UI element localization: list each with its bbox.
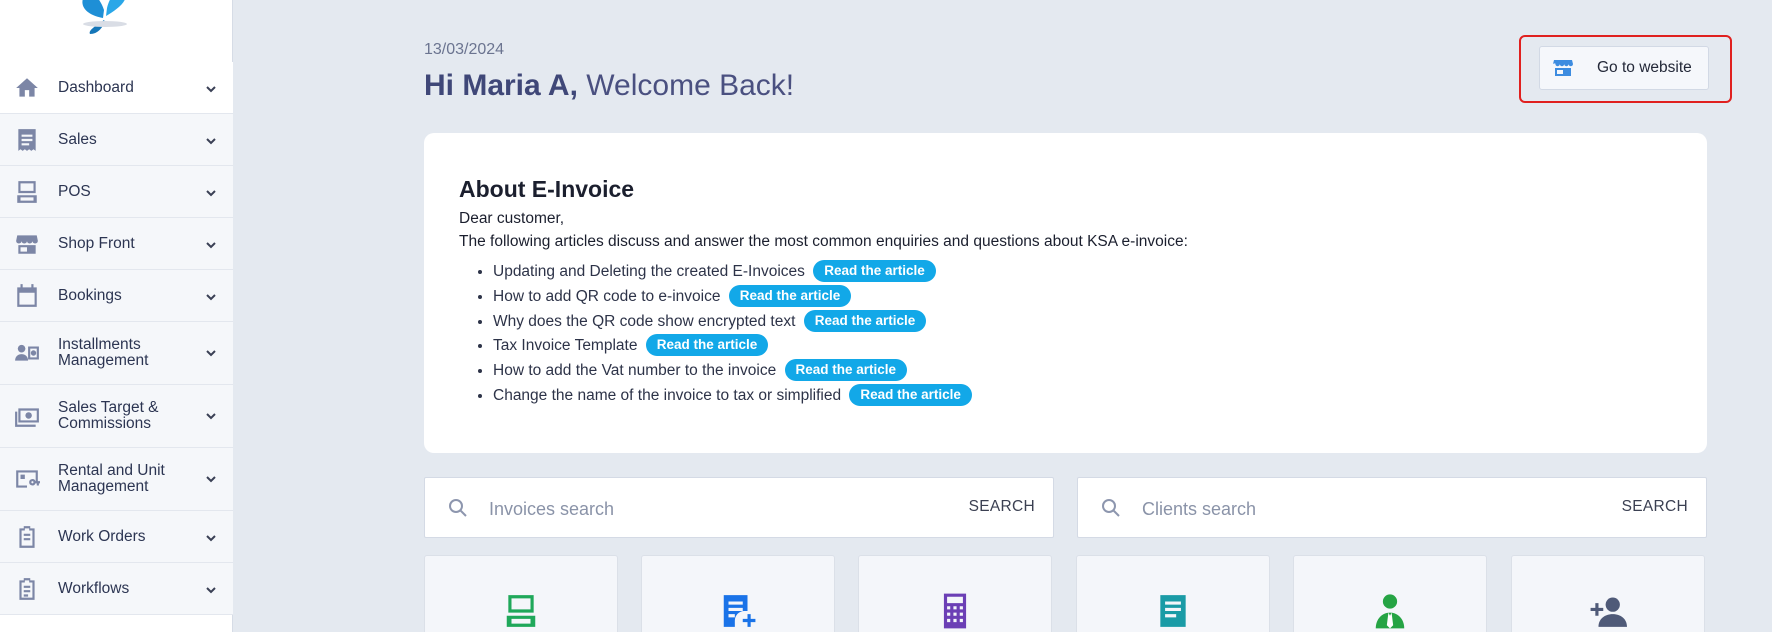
list-item: Change the name of the invoice to tax or… — [493, 383, 972, 409]
new-invoice-tile[interactable] — [641, 555, 835, 632]
document-tile[interactable] — [1076, 555, 1270, 632]
add-user-icon — [1589, 592, 1627, 630]
home-icon — [13, 75, 41, 101]
welcome-text: Welcome Back! — [577, 69, 795, 102]
chevron-down-icon — [205, 531, 217, 543]
store-icon — [1553, 59, 1573, 77]
invoices-search-input[interactable] — [489, 496, 909, 522]
sidebar-item-workflows[interactable]: Workflows — [0, 563, 233, 615]
chevron-down-icon — [205, 290, 217, 302]
store-icon — [13, 231, 41, 257]
calculator-tile[interactable] — [858, 555, 1052, 632]
sidebar-item-shop-front[interactable]: Shop Front — [0, 218, 233, 270]
user-name: Hi Maria A, — [424, 69, 578, 102]
sidebar-item-label: Sales Target & Commissions — [58, 399, 159, 432]
sidebar-item-label: Dashboard — [58, 78, 134, 96]
add-client-tile[interactable] — [1511, 555, 1705, 632]
sidebar-item-label: Work Orders — [58, 527, 146, 545]
document-icon — [1154, 592, 1192, 630]
article-title: How to add the Vat number to the invoice — [493, 362, 777, 380]
clipboard-list-icon — [13, 576, 41, 602]
list-item: Updating and Deleting the created E-Invo… — [493, 260, 972, 285]
sidebar-item-installments[interactable]: Installments Management — [0, 322, 233, 385]
sidebar-item-dashboard[interactable]: Dashboard — [0, 62, 233, 114]
sidebar: Dashboard Sales POS Shop Front Bookings … — [0, 0, 233, 632]
calculator-icon — [936, 592, 974, 630]
clipboard-icon — [13, 524, 41, 550]
pos-terminal-icon — [13, 179, 41, 205]
card-intro-greeting: Dear customer, — [459, 210, 565, 227]
article-title: Why does the QR code show encrypted text — [493, 312, 796, 330]
sidebar-item-rental[interactable]: Rental and Unit Management — [0, 448, 233, 511]
read-article-button[interactable]: Read the article — [803, 309, 927, 332]
clients-search-input[interactable] — [1142, 496, 1562, 522]
receipt-icon — [13, 127, 41, 153]
client-tile[interactable] — [1293, 555, 1487, 632]
sidebar-item-label: Shop Front — [58, 234, 135, 252]
calendar-icon — [13, 283, 41, 309]
chevron-down-icon — [205, 186, 217, 198]
list-item: Why does the QR code show encrypted text… — [493, 309, 972, 335]
sidebar-item-label: Workflows — [58, 579, 130, 597]
current-date: 13/03/2024 — [424, 41, 505, 58]
chevron-down-icon — [205, 473, 217, 485]
sidebar-item-label: Installments Management — [58, 336, 149, 369]
pos-tile[interactable] — [424, 555, 618, 632]
sidebar-item-sales-target[interactable]: Sales Target & Commissions — [0, 385, 233, 448]
clients-search-button[interactable]: SEARCH — [1622, 498, 1688, 516]
client-icon — [1371, 592, 1409, 630]
sidebar-nav: Dashboard Sales POS Shop Front Bookings … — [0, 62, 233, 615]
article-title: How to add QR code to e-invoice — [493, 287, 721, 305]
read-article-button[interactable]: Read the article — [784, 359, 908, 382]
search-icon — [448, 498, 468, 518]
card-title: About E-Invoice — [459, 176, 635, 202]
clients-search-box: SEARCH — [1077, 477, 1707, 538]
butterfly-logo — [70, 0, 140, 36]
chevron-down-icon — [205, 347, 217, 359]
money-icon — [13, 403, 41, 429]
article-title: Tax Invoice Template — [493, 337, 638, 355]
article-list: Updating and Deleting the created E-Invo… — [493, 260, 972, 409]
installments-icon — [13, 340, 41, 366]
read-article-button[interactable]: Read the article — [813, 260, 936, 282]
go-to-website-label: Go to website — [1597, 59, 1692, 76]
sidebar-item-label: Bookings — [58, 286, 122, 304]
sidebar-item-label: POS — [58, 182, 91, 200]
read-article-button[interactable]: Read the article — [645, 334, 769, 357]
list-item: How to add QR code to e-invoice Read the… — [493, 284, 972, 310]
list-item: How to add the Vat number to the invoice… — [493, 359, 972, 384]
chevron-down-icon — [205, 82, 217, 94]
sidebar-item-work-orders[interactable]: Work Orders — [0, 511, 233, 563]
welcome-heading: Hi Maria A, Welcome Back! — [424, 69, 794, 103]
article-title: Updating and Deleting the created E-Invo… — [493, 263, 805, 280]
highlight-box: Go to website — [1519, 35, 1732, 103]
about-einvoice-card: About E-Invoice Dear customer, The follo… — [424, 133, 1707, 453]
sidebar-item-label: Sales — [58, 130, 97, 148]
search-icon — [1101, 498, 1121, 518]
read-article-button[interactable]: Read the article — [728, 284, 852, 307]
chevron-down-icon — [205, 134, 217, 146]
sidebar-item-sales[interactable]: Sales — [0, 114, 233, 166]
read-article-button[interactable]: Read the article — [849, 383, 972, 406]
go-to-website-button[interactable]: Go to website — [1539, 46, 1709, 90]
card-intro-text: The following articles discuss and answe… — [459, 233, 1188, 250]
article-title: Change the name of the invoice to tax or… — [493, 386, 842, 404]
sidebar-item-bookings[interactable]: Bookings — [0, 270, 233, 322]
list-item: Tax Invoice Template Read the article — [493, 334, 972, 359]
chevron-down-icon — [205, 410, 217, 422]
sidebar-item-label: Rental and Unit Management — [58, 462, 165, 495]
chevron-down-icon — [205, 583, 217, 595]
chevron-down-icon — [205, 238, 217, 250]
rental-key-icon — [13, 466, 41, 492]
invoices-search-button[interactable]: SEARCH — [969, 498, 1035, 516]
new-invoice-icon — [719, 592, 757, 630]
sidebar-item-pos[interactable]: POS — [0, 166, 233, 218]
invoices-search-box: SEARCH — [424, 477, 1054, 538]
pos-terminal-icon — [502, 592, 540, 630]
